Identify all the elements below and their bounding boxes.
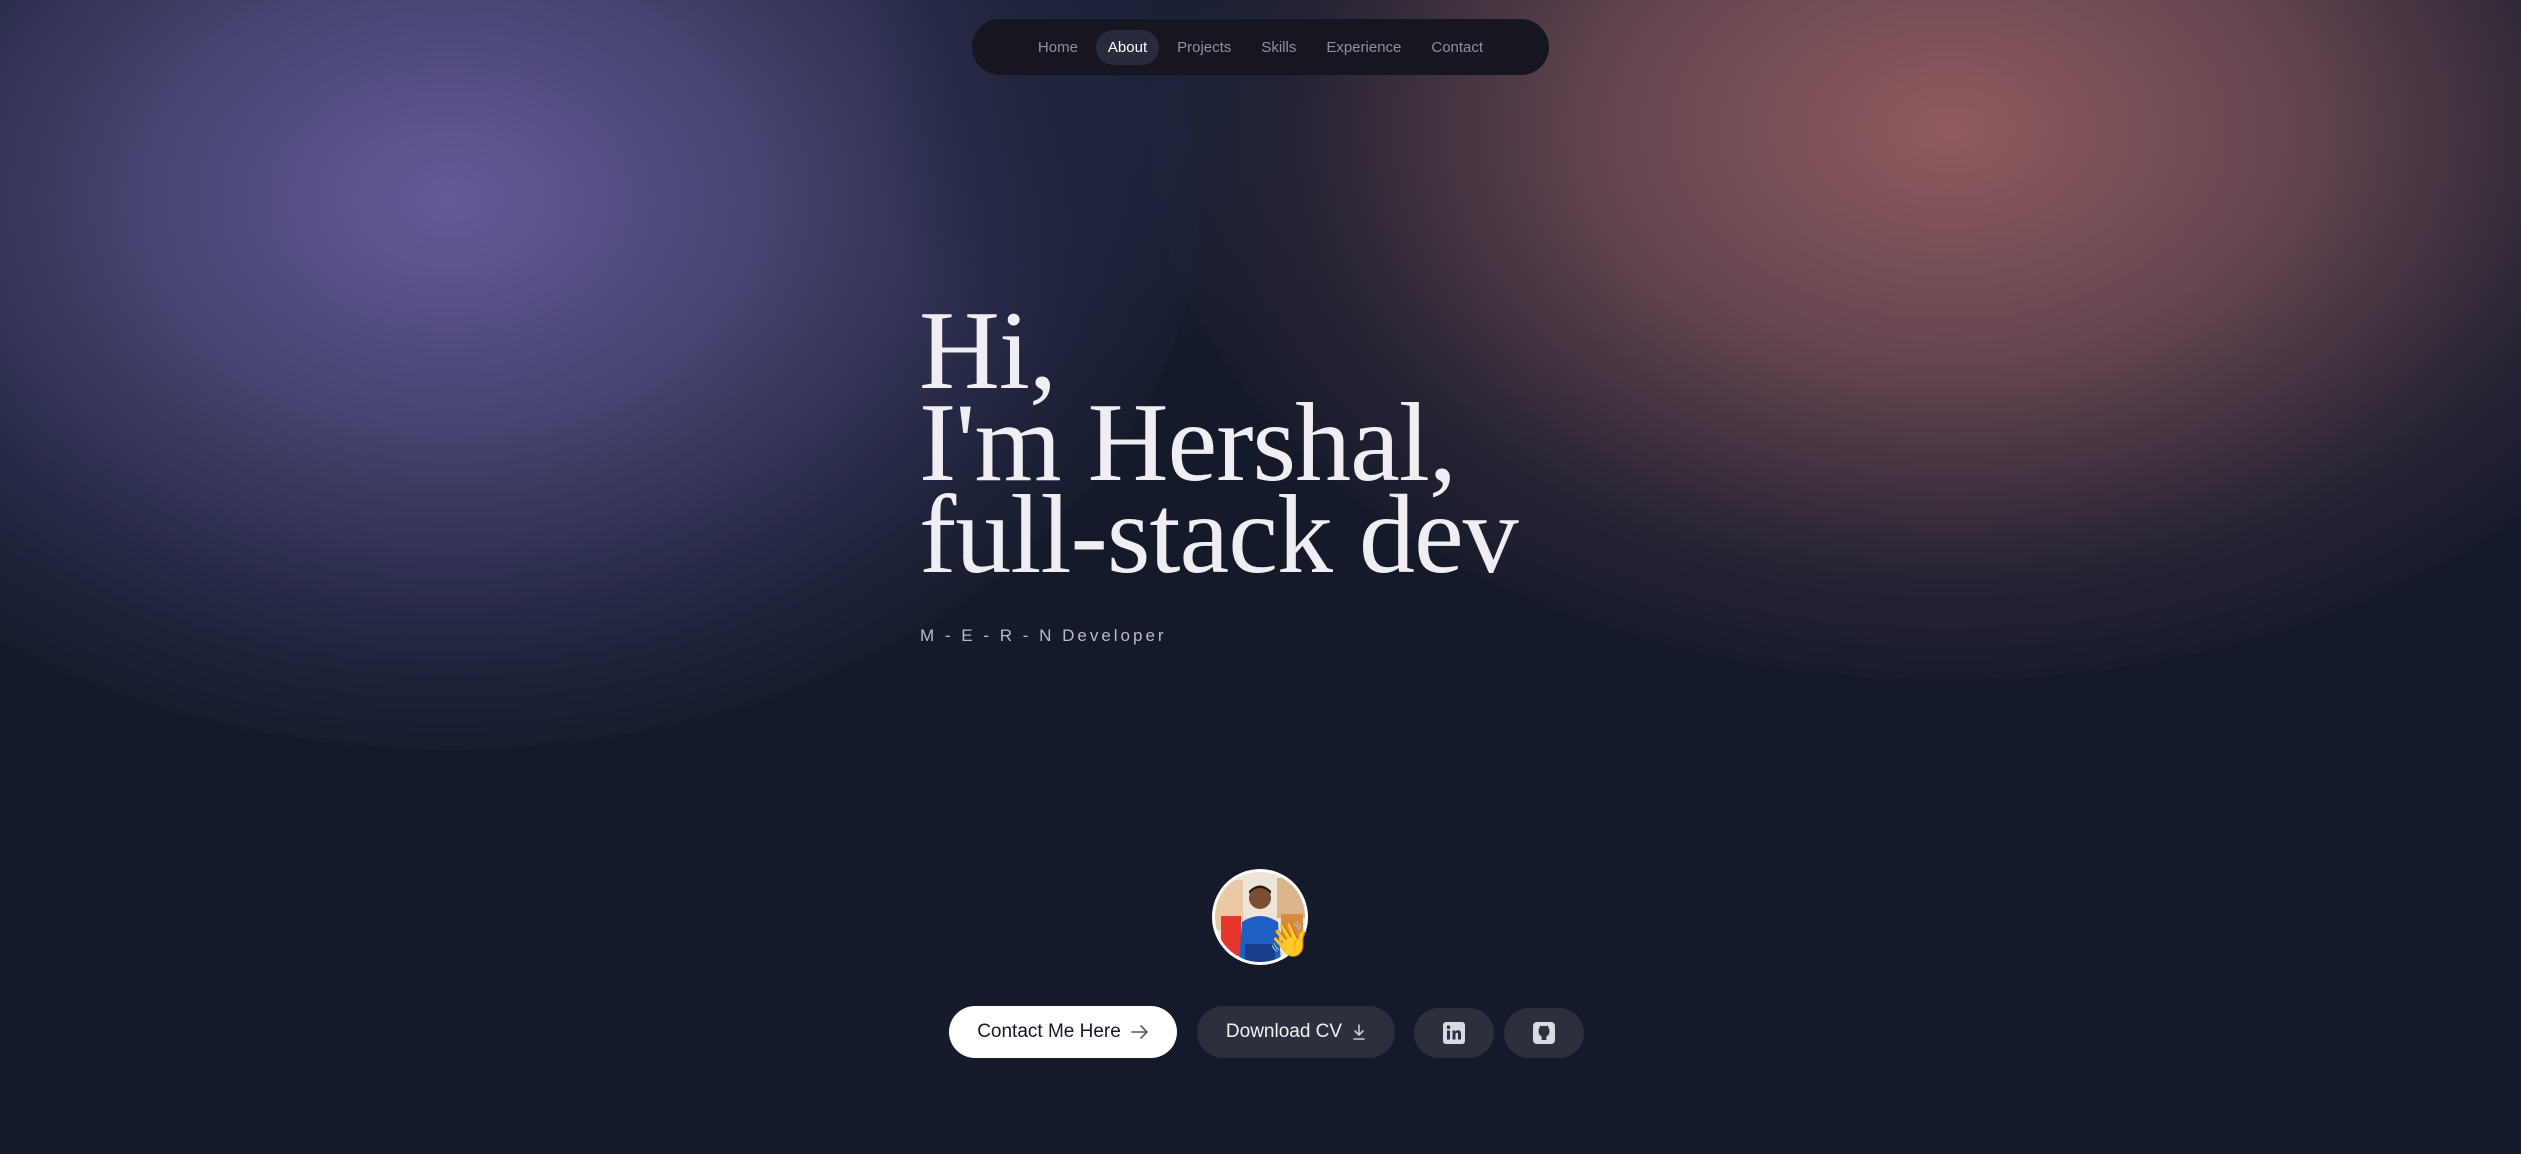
contact-button[interactable]: Contact Me Here xyxy=(949,1006,1177,1058)
arrow-right-icon xyxy=(1131,1025,1149,1039)
contact-button-label: Contact Me Here xyxy=(977,1021,1121,1042)
waving-hand-icon: 👋 xyxy=(1268,921,1311,959)
nav-item-experience[interactable]: Experience xyxy=(1314,30,1413,65)
page: Home About Projects Skills Experience Co… xyxy=(0,0,2521,1154)
github-button[interactable] xyxy=(1504,1008,1584,1058)
github-icon xyxy=(1533,1022,1555,1044)
nav-item-about[interactable]: About xyxy=(1095,29,1160,65)
linkedin-icon xyxy=(1443,1022,1465,1044)
hero-line-role: full-stack dev xyxy=(919,473,1519,597)
hero-subtitle: M - E - R - N Developer xyxy=(920,626,1167,645)
nav-item-home[interactable]: Home xyxy=(1026,30,1090,65)
nav-item-projects[interactable]: Projects xyxy=(1165,30,1243,65)
download-cv-button[interactable]: Download CV xyxy=(1197,1006,1395,1058)
linkedin-button[interactable] xyxy=(1414,1008,1494,1058)
hero-heading: Hi, I'm Hershal, full-stack dev xyxy=(919,295,1519,597)
nav-item-skills[interactable]: Skills xyxy=(1249,30,1308,65)
top-navigation: Home About Projects Skills Experience Co… xyxy=(972,19,1549,75)
nav-item-contact[interactable]: Contact xyxy=(1419,30,1495,65)
download-cv-label: Download CV xyxy=(1225,1021,1343,1042)
download-icon xyxy=(1352,1024,1366,1040)
